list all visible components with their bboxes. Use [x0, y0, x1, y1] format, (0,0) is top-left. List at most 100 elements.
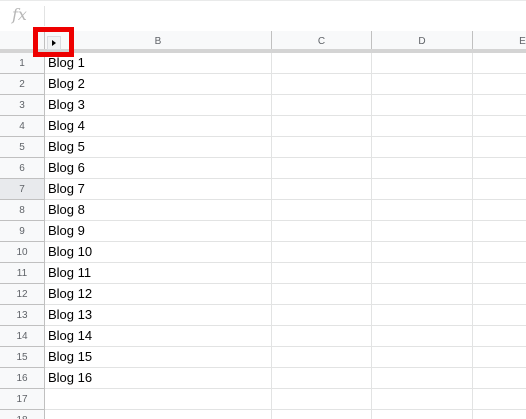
cell-b[interactable]: Blog 4	[45, 116, 272, 137]
cell-e[interactable]	[473, 368, 526, 389]
cell-e[interactable]	[473, 137, 526, 158]
cell-d[interactable]	[372, 368, 473, 389]
row-header[interactable]: 16	[0, 368, 45, 389]
table-row: 5 Blog 5	[0, 137, 526, 158]
cell-b[interactable]: Blog 3	[45, 95, 272, 116]
cell-e[interactable]	[473, 53, 526, 74]
cell-c[interactable]	[272, 158, 372, 179]
cell-c[interactable]	[272, 410, 372, 419]
cell-d[interactable]	[372, 284, 473, 305]
cell-d[interactable]	[372, 53, 473, 74]
cell-d[interactable]	[372, 263, 473, 284]
cell-c[interactable]	[272, 200, 372, 221]
formula-input[interactable]	[46, 4, 524, 28]
cell-e[interactable]	[473, 95, 526, 116]
cell-e[interactable]	[473, 116, 526, 137]
cell-c[interactable]	[272, 326, 372, 347]
cell-c[interactable]	[272, 263, 372, 284]
cell-b[interactable]: Blog 2	[45, 74, 272, 95]
cell-e[interactable]	[473, 158, 526, 179]
cell-e[interactable]	[473, 326, 526, 347]
cell-d[interactable]	[372, 389, 473, 410]
table-row: 14 Blog 14	[0, 326, 526, 347]
row-header[interactable]: 14	[0, 326, 45, 347]
cell-c[interactable]	[272, 389, 372, 410]
triangle-right-icon	[52, 40, 56, 46]
cell-e[interactable]	[473, 221, 526, 242]
cell-b[interactable]: Blog 12	[45, 284, 272, 305]
cell-d[interactable]	[372, 74, 473, 95]
row-header[interactable]: 6	[0, 158, 45, 179]
row-header[interactable]: 9	[0, 221, 45, 242]
cell-d[interactable]	[372, 137, 473, 158]
cell-e[interactable]	[473, 305, 526, 326]
cell-e[interactable]	[473, 389, 526, 410]
row-header[interactable]: 8	[0, 200, 45, 221]
table-row: 18	[0, 410, 526, 419]
cell-b[interactable]: Blog 14	[45, 326, 272, 347]
cell-c[interactable]	[272, 53, 372, 74]
cell-b[interactable]: Blog 10	[45, 242, 272, 263]
cell-b[interactable]: Blog 15	[45, 347, 272, 368]
cell-d[interactable]	[372, 158, 473, 179]
cell-e[interactable]	[473, 242, 526, 263]
spreadsheet-grid: B C D E 1 Blog 1 2 Blog 2 3 Blog 3 4 Blog 4 5 Blo…	[0, 31, 526, 419]
cell-e[interactable]	[473, 263, 526, 284]
cell-c[interactable]	[272, 221, 372, 242]
cell-b[interactable]: Blog 13	[45, 305, 272, 326]
cell-b[interactable]: Blog 6	[45, 158, 272, 179]
cell-c[interactable]	[272, 74, 372, 95]
cell-e[interactable]	[473, 410, 526, 419]
cell-e[interactable]	[473, 74, 526, 95]
cell-d[interactable]	[372, 347, 473, 368]
cell-b[interactable]: Blog 1	[45, 53, 272, 74]
cell-b[interactable]: Blog 11	[45, 263, 272, 284]
cell-d[interactable]	[372, 305, 473, 326]
table-row: 7 Blog 7	[0, 179, 526, 200]
cell-c[interactable]	[272, 179, 372, 200]
cell-b[interactable]: Blog 8	[45, 200, 272, 221]
cell-b[interactable]: Blog 16	[45, 368, 272, 389]
cell-e[interactable]	[473, 200, 526, 221]
table-row: 3 Blog 3	[0, 95, 526, 116]
cell-d[interactable]	[372, 95, 473, 116]
cell-c[interactable]	[272, 137, 372, 158]
table-row: 2 Blog 2	[0, 74, 526, 95]
row-header[interactable]: 18	[0, 410, 45, 419]
cell-b[interactable]: Blog 5	[45, 137, 272, 158]
row-header[interactable]: 2	[0, 74, 45, 95]
cell-c[interactable]	[272, 347, 372, 368]
row-header[interactable]: 17	[0, 389, 45, 410]
row-header[interactable]: 15	[0, 347, 45, 368]
cell-d[interactable]	[372, 410, 473, 419]
cell-d[interactable]	[372, 326, 473, 347]
row-header[interactable]: 7	[0, 179, 45, 200]
cell-c[interactable]	[272, 242, 372, 263]
expand-hidden-column-arrow[interactable]	[47, 36, 61, 50]
cell-d[interactable]	[372, 242, 473, 263]
cell-d[interactable]	[372, 179, 473, 200]
cell-e[interactable]	[473, 179, 526, 200]
cell-d[interactable]	[372, 116, 473, 137]
row-header[interactable]: 12	[0, 284, 45, 305]
cell-d[interactable]	[372, 221, 473, 242]
cell-d[interactable]	[372, 200, 473, 221]
row-header[interactable]: 13	[0, 305, 45, 326]
cell-c[interactable]	[272, 368, 372, 389]
cell-c[interactable]	[272, 284, 372, 305]
row-header[interactable]: 4	[0, 116, 45, 137]
cell-c[interactable]	[272, 95, 372, 116]
cell-b[interactable]: Blog 9	[45, 221, 272, 242]
cell-b[interactable]: Blog 7	[45, 179, 272, 200]
cell-b[interactable]	[45, 389, 272, 410]
cell-c[interactable]	[272, 305, 372, 326]
cell-b[interactable]	[45, 410, 272, 419]
expand-hidden-column-button[interactable]	[33, 27, 74, 57]
cell-c[interactable]	[272, 116, 372, 137]
row-header[interactable]: 3	[0, 95, 45, 116]
cell-e[interactable]	[473, 284, 526, 305]
row-header[interactable]: 10	[0, 242, 45, 263]
row-header[interactable]: 5	[0, 137, 45, 158]
row-header[interactable]: 11	[0, 263, 45, 284]
cell-e[interactable]	[473, 347, 526, 368]
